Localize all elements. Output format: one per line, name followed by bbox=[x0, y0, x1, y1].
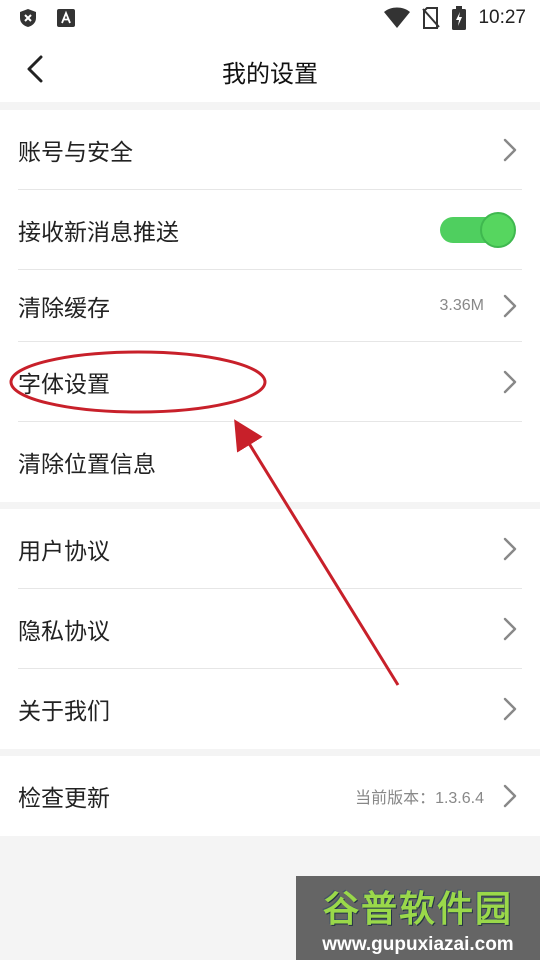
chevron-right-icon bbox=[503, 294, 517, 318]
toggle-knob bbox=[480, 212, 516, 248]
settings-group-update: 检查更新 当前版本：1.3.6.4 bbox=[0, 756, 540, 836]
watermark-url: www.gupuxiazai.com bbox=[322, 934, 514, 955]
clear-location-row[interactable]: 清除位置信息 bbox=[0, 422, 540, 502]
settings-group-about: 用户协议 隐私协议 关于我们 bbox=[0, 509, 540, 749]
user-agreement-row[interactable]: 用户协议 bbox=[0, 509, 540, 589]
row-label: 检查更新 bbox=[18, 786, 110, 812]
settings-group-general: 账号与安全 接收新消息推送 清除缓存 3.36M 字体设置 清除位置信息 bbox=[0, 110, 540, 502]
row-label: 关于我们 bbox=[18, 699, 110, 725]
status-bar: 10:27 bbox=[0, 0, 540, 36]
row-label: 清除缓存 bbox=[18, 296, 110, 322]
row-label: 接收新消息推送 bbox=[18, 220, 179, 246]
watermark-title: 谷普软件园 bbox=[322, 889, 513, 930]
version-value: 当前版本：1.3.6.4 bbox=[355, 790, 484, 807]
no-sim-icon bbox=[422, 7, 441, 29]
wifi-icon bbox=[384, 7, 411, 28]
font-a-icon bbox=[57, 9, 75, 27]
cache-size-value: 3.36M bbox=[439, 297, 484, 314]
battery-charging-icon bbox=[452, 6, 467, 30]
chevron-right-icon bbox=[503, 697, 517, 721]
site-watermark: 谷普软件园 www.gupuxiazai.com bbox=[296, 876, 540, 960]
chevron-right-icon bbox=[503, 617, 517, 641]
chevron-right-icon bbox=[503, 784, 517, 808]
row-label: 账号与安全 bbox=[18, 140, 133, 166]
check-update-row[interactable]: 检查更新 当前版本：1.3.6.4 bbox=[0, 756, 540, 836]
about-us-row[interactable]: 关于我们 bbox=[0, 669, 540, 749]
chevron-right-icon bbox=[503, 138, 517, 162]
page-title: 我的设置 bbox=[222, 60, 318, 88]
row-label: 用户协议 bbox=[18, 539, 110, 565]
chevron-right-icon bbox=[503, 370, 517, 394]
row-label: 字体设置 bbox=[18, 372, 110, 398]
status-time: 10:27 bbox=[478, 7, 526, 28]
row-label: 清除位置信息 bbox=[18, 452, 156, 478]
push-notification-toggle[interactable] bbox=[440, 212, 516, 248]
privacy-policy-row[interactable]: 隐私协议 bbox=[0, 589, 540, 669]
account-security-row[interactable]: 账号与安全 bbox=[0, 110, 540, 190]
chevron-right-icon bbox=[503, 537, 517, 561]
clear-cache-row[interactable]: 清除缓存 3.36M bbox=[0, 270, 540, 342]
font-settings-row[interactable]: 字体设置 bbox=[0, 342, 540, 422]
app-header: 我的设置 bbox=[0, 36, 540, 102]
push-notification-row: 接收新消息推送 bbox=[0, 190, 540, 270]
shield-x-icon bbox=[20, 9, 36, 27]
row-label: 隐私协议 bbox=[18, 619, 110, 645]
